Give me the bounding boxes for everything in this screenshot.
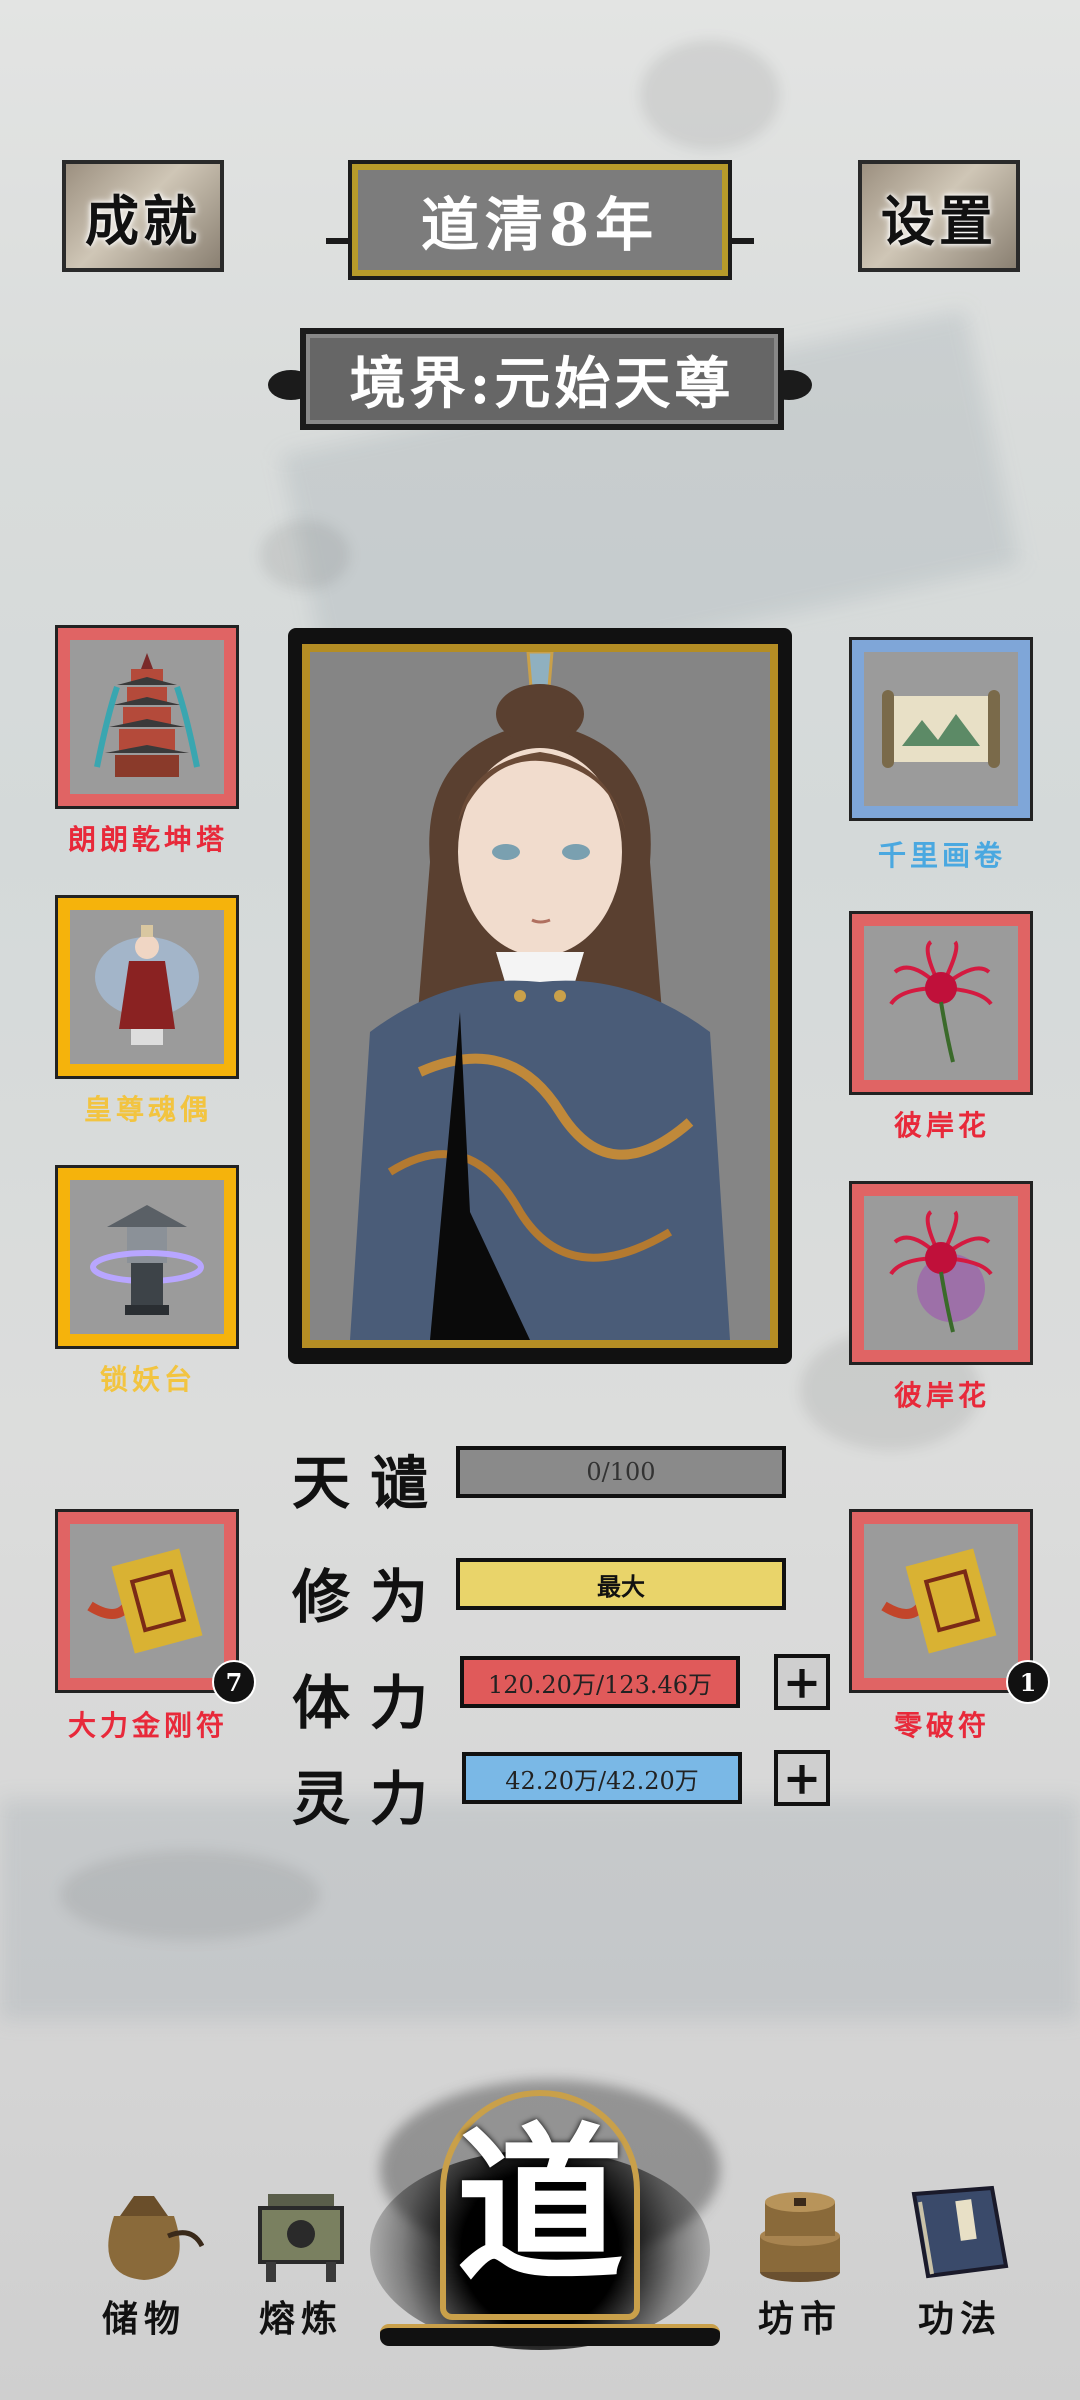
nav-smelting[interactable]: 熔炼	[236, 2186, 366, 2342]
nav-market-label: 坊市	[757, 2298, 842, 2340]
stamina-plus-button[interactable]: +	[774, 1654, 830, 1710]
equip-slot-left-4[interactable]: 7	[55, 1509, 256, 1704]
spirit-plus-button[interactable]: +	[774, 1750, 830, 1806]
equip-slot-right-4[interactable]: 1	[849, 1509, 1050, 1704]
equip-label-left-3: 锁妖台	[99, 1363, 196, 1396]
spider-lily-icon	[866, 1198, 1016, 1348]
achievements-label: 成就	[85, 188, 201, 253]
equip-slot-right-1[interactable]	[849, 637, 1033, 821]
ink-splash	[260, 520, 350, 590]
scroll-icon	[866, 654, 1016, 804]
spirit-label: 灵力	[292, 1765, 449, 1833]
tribulation-label: 天谴	[292, 1449, 449, 1517]
cloud-base	[380, 2324, 720, 2346]
year-title: 道清8年	[420, 191, 660, 259]
equip-slot-left-1[interactable]	[55, 625, 239, 809]
stamina-bar: 120.20万/123.46万	[460, 1656, 740, 1708]
talisman-icon	[72, 1526, 222, 1676]
ink-splash	[640, 40, 780, 150]
book-icon	[911, 2185, 1009, 2279]
equip-label-right-2: 彼岸花	[893, 1109, 990, 1142]
achievements-button[interactable]: 成就	[62, 160, 224, 272]
dao-glyph: 道	[456, 2106, 624, 2304]
nav-smelting-label: 熔炼	[258, 2298, 343, 2340]
nav-storage[interactable]: 储物	[74, 2176, 214, 2342]
equip-slot-left-2[interactable]	[55, 895, 239, 1079]
equip-slot-left-3[interactable]	[55, 1165, 239, 1349]
settings-button[interactable]: 设置	[858, 160, 1020, 272]
settings-label: 设置	[881, 188, 997, 253]
equip-slot-right-2[interactable]	[849, 911, 1033, 1095]
bag-icon	[108, 2196, 205, 2280]
equip-label-right-1: 千里画卷	[877, 839, 1006, 872]
equip-label-left-4: 大力金刚符	[67, 1709, 228, 1742]
realm-text: 境界:元始天尊	[349, 350, 735, 417]
item-count-badge: 7	[212, 1660, 256, 1704]
nav-market[interactable]: 坊市	[730, 2176, 870, 2342]
stamina-label: 体力	[292, 1669, 449, 1737]
nav-storage-label: 储物	[101, 2298, 186, 2340]
cultivation-bar: 最大	[456, 1558, 786, 1610]
pagoda-icon	[72, 642, 222, 792]
figurine-icon	[72, 912, 222, 1062]
equip-label-right-3: 彼岸花	[893, 1379, 990, 1412]
stamina-value: 120.20万/123.46万	[487, 1670, 713, 1699]
equip-slot-right-3[interactable]	[849, 1181, 1033, 1365]
nav-dao-center[interactable]: 道	[440, 2100, 640, 2310]
cultivation-label: 修为	[292, 1563, 449, 1631]
cultivation-value: 最大	[597, 1571, 645, 1601]
nav-techniques[interactable]: 功法	[890, 2182, 1030, 2342]
equip-label-right-4: 零破符	[893, 1709, 990, 1742]
ink-splash	[60, 1850, 320, 1940]
item-count-badge: 1	[1006, 1660, 1050, 1704]
coins-icon	[760, 2192, 840, 2282]
tribulation-bar: 0/100	[456, 1446, 786, 1498]
year-plaque: 道清8年	[348, 160, 732, 280]
tribulation-value: 0/100	[586, 1458, 656, 1486]
spirit-bar: 42.20万/42.20万	[462, 1752, 742, 1804]
nav-techniques-label: 功法	[917, 2298, 1002, 2340]
lantern-icon	[72, 1182, 222, 1332]
equip-label-left-2: 皇尊魂偶	[83, 1093, 212, 1126]
spider-lily-icon	[866, 928, 1016, 1078]
cauldron-icon	[258, 2194, 344, 2282]
talisman-icon	[866, 1526, 1016, 1676]
character-portrait[interactable]	[302, 644, 778, 1348]
realm-banner: 境界:元始天尊	[300, 328, 784, 430]
spirit-value: 42.20万/42.20万	[505, 1766, 699, 1795]
equip-label-left-1: 朗朗乾坤塔	[67, 823, 228, 856]
